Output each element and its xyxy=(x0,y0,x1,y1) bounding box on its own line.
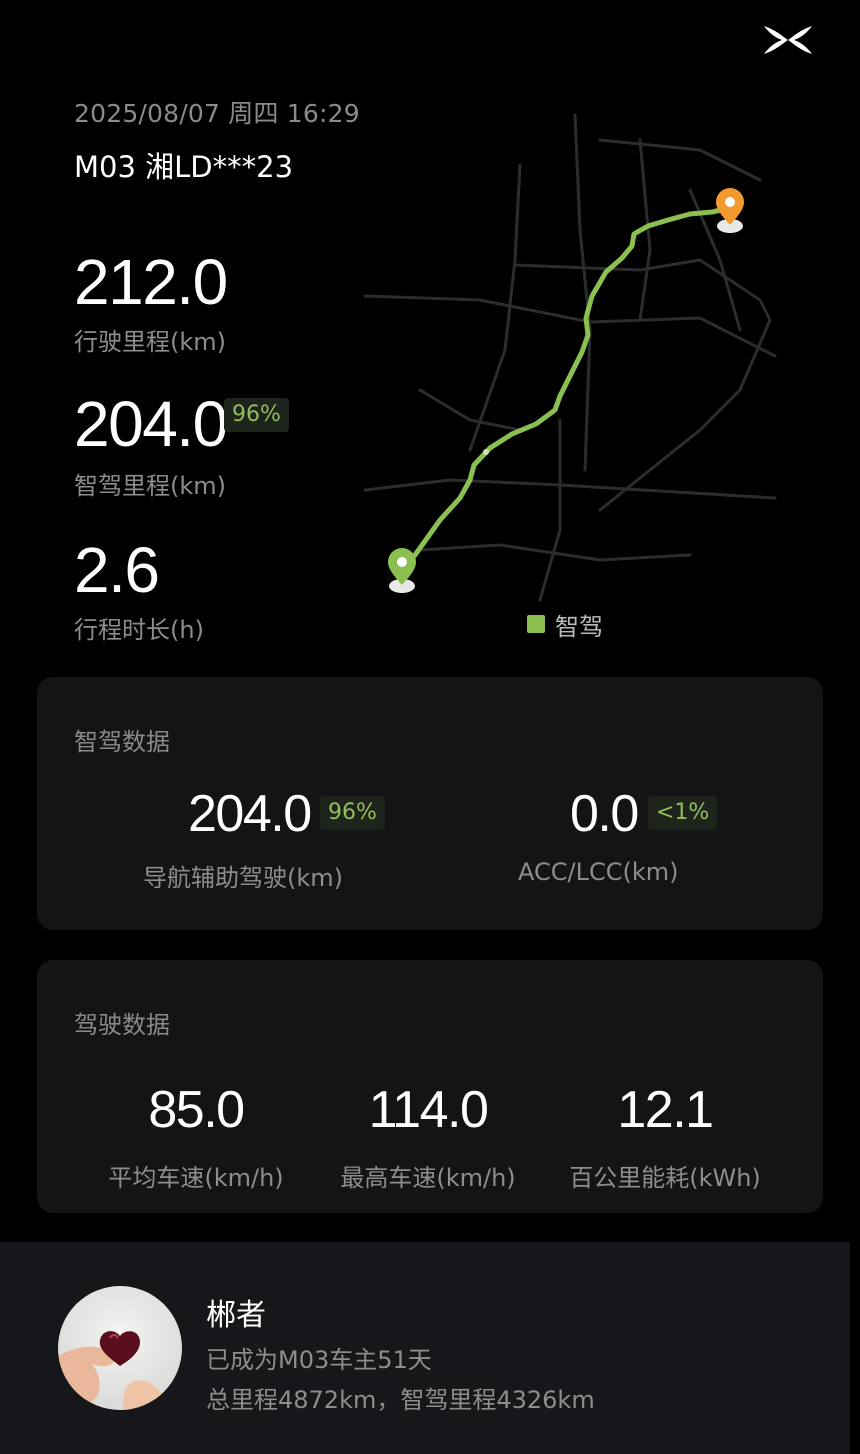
energy-value: 12.1 xyxy=(617,1081,714,1139)
nav-assist-value: 204.0 xyxy=(188,785,312,843)
duration-value: 2.6 xyxy=(74,534,160,606)
brand-logo-icon xyxy=(764,26,812,54)
nav-assist-label: 导航辅助驾驶(km) xyxy=(143,864,344,892)
nav-assist-percent-badge: 96% xyxy=(320,796,385,830)
map-legend: 智驾 xyxy=(527,608,603,641)
driving-card-title: 驾驶数据 xyxy=(74,1011,170,1039)
username: 郴者 xyxy=(206,1298,266,1333)
smart-distance-label: 智驾里程(km) xyxy=(74,472,227,500)
total-mileage-text: 总里程4872km，智驾里程4326km xyxy=(206,1386,595,1414)
energy-label: 百公里能耗(kWh) xyxy=(569,1164,761,1192)
vehicle-name: M03 湘LD***23 xyxy=(74,150,294,184)
owner-days-text: 已成为M03车主51天 xyxy=(206,1346,432,1374)
distance-value: 212.0 xyxy=(74,246,228,318)
max-speed-metric: 114.0 最高车速(km/h) xyxy=(322,1084,534,1193)
duration-label: 行程时长(h) xyxy=(74,616,204,644)
start-pin-icon xyxy=(388,548,416,593)
user-avatar[interactable] xyxy=(58,1286,182,1410)
energy-metric: 12.1 百公里能耗(kWh) xyxy=(554,1084,776,1193)
acc-lcc-value: 0.0 xyxy=(570,785,639,843)
max-speed-value: 114.0 xyxy=(368,1081,489,1139)
legend-swatch xyxy=(527,615,545,633)
max-speed-label: 最高车速(km/h) xyxy=(340,1164,516,1192)
smart-distance-value: 204.0 xyxy=(74,388,228,460)
map-roads xyxy=(363,113,777,602)
acc-lcc-label: ACC/LCC(km) xyxy=(518,858,679,886)
distance-label: 行驶里程(km) xyxy=(74,328,227,356)
legend-label: 智驾 xyxy=(555,612,603,641)
acc-lcc-percent-badge: <1% xyxy=(648,796,718,830)
end-pin-icon xyxy=(716,188,744,233)
avg-speed-metric: 85.0 平均车速(km/h) xyxy=(90,1084,302,1193)
route-map[interactable] xyxy=(350,110,810,610)
avg-speed-label: 平均车速(km/h) xyxy=(108,1164,284,1192)
smart-percent-badge: 96% xyxy=(224,398,289,432)
trip-datetime: 2025/08/07 周四 16:29 xyxy=(74,99,360,128)
smart-card-title: 智驾数据 xyxy=(74,728,170,756)
avg-speed-value: 85.0 xyxy=(148,1081,245,1139)
